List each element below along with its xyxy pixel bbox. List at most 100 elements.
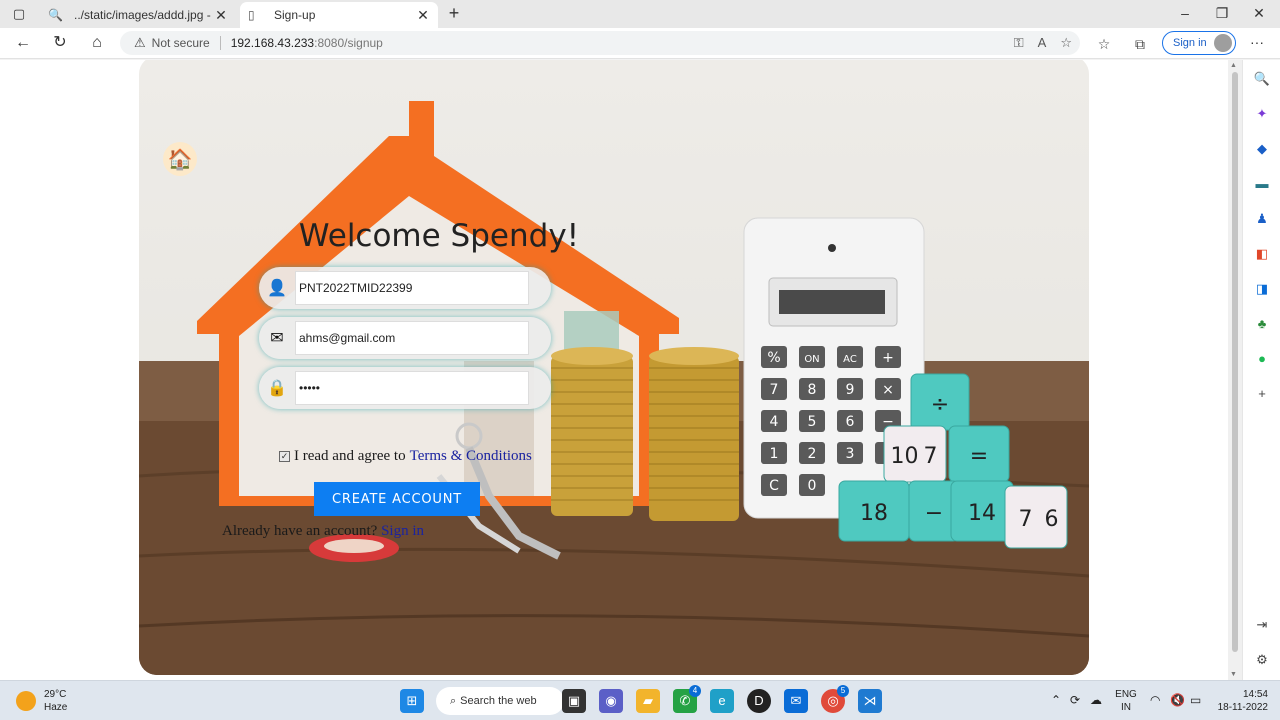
favorite-add-icon[interactable]: ☆: [1060, 35, 1072, 51]
page-viewport: %ONAC+789×456−123+C0 ÷107=18−1476 🏠 Welc…: [0, 60, 1228, 680]
calculator-key-label: C: [769, 478, 779, 494]
weather-widget[interactable]: 29°C Haze: [16, 688, 67, 714]
tab-search[interactable]: 🔍 ../static/images/addd.jpg - Search ✕: [40, 2, 236, 28]
cloud-icon[interactable]: ☁: [1090, 693, 1102, 707]
password-field: 🔒 •••••: [259, 367, 551, 409]
warning-icon: ⚠: [134, 35, 146, 50]
number-block-label: 18: [860, 501, 888, 526]
password-input[interactable]: •••••: [295, 371, 529, 405]
address-bar[interactable]: ⚠ Not secure 192.168.43.233 :8080/signup…: [120, 31, 1080, 55]
terms-checkbox[interactable]: ✓: [279, 451, 290, 462]
edge-sidebar: 🔍 ✦ ◆ ▬ ♟ ◧ ◨ ♣ ● + ⇥ ⚙: [1242, 60, 1280, 680]
calculator-key-label: 7: [770, 382, 779, 398]
email-input[interactable]: ahms@gmail.com: [295, 321, 529, 355]
vscode-icon[interactable]: ⋊: [858, 689, 882, 713]
search-icon[interactable]: 🔍: [1253, 70, 1271, 88]
scroll-up-icon[interactable]: ▲: [1230, 62, 1237, 69]
system-clock[interactable]: 14:54 18-11-2022: [1214, 688, 1268, 714]
task-view-icon[interactable]: ▣: [562, 689, 586, 713]
signin-link[interactable]: Sign in: [381, 523, 424, 539]
tree-icon[interactable]: ♣: [1253, 315, 1271, 333]
calculator-key-label: 1: [770, 446, 779, 462]
sparkle-icon[interactable]: ✦: [1253, 105, 1271, 123]
minimize-button[interactable]: –: [1170, 4, 1200, 24]
divider: [219, 36, 221, 50]
back-arrow-icon[interactable]: ←: [12, 33, 34, 53]
tab-signup[interactable]: ▯ Sign-up ✕: [240, 2, 438, 28]
teams-chat-icon[interactable]: ◉: [599, 689, 623, 713]
tag-icon[interactable]: ◆: [1253, 140, 1271, 158]
tab-bar: ▢ 🔍 ../static/images/addd.jpg - Search ✕…: [0, 0, 1280, 28]
sun-icon: [16, 691, 36, 711]
lang-top: ENG: [1115, 689, 1137, 700]
outlook-icon[interactable]: ◨: [1253, 280, 1271, 298]
taskbar-search[interactable]: ⌕ Search the web: [436, 687, 564, 715]
more-options-icon[interactable]: ···: [1246, 34, 1268, 54]
home-icon[interactable]: ⌂: [86, 33, 108, 53]
collections-icon[interactable]: ⧉: [1130, 34, 1150, 54]
calculator-key-label: 3: [846, 446, 855, 462]
maximize-button[interactable]: ❐: [1207, 4, 1237, 24]
add-icon[interactable]: +: [1253, 385, 1271, 403]
windows-start-icon[interactable]: ⊞: [400, 689, 424, 713]
office-icon[interactable]: ◧: [1253, 245, 1271, 263]
user-icon: 👤: [267, 280, 287, 297]
key-icon[interactable]: ⚿: [1014, 35, 1024, 51]
lang-bottom: IN: [1121, 702, 1131, 713]
browser-toolbar: ← ↻ ⌂ ⚠ Not secure 192.168.43.233 :8080/…: [0, 28, 1280, 59]
refresh-icon[interactable]: ↻: [49, 33, 71, 53]
new-tab-button[interactable]: +: [444, 4, 464, 24]
tools-icon[interactable]: ▬: [1253, 175, 1271, 193]
vertical-scrollbar[interactable]: ▲ ▼: [1228, 60, 1242, 680]
chrome-icon[interactable]: ◎ 5: [821, 685, 849, 713]
close-icon[interactable]: ✕: [214, 7, 228, 24]
favorites-icon[interactable]: ☆: [1094, 34, 1114, 54]
language-indicator[interactable]: ENG IN: [1114, 688, 1138, 714]
calculator-key-label: 9: [846, 382, 855, 398]
search-label: Search the web: [460, 695, 537, 707]
calculator-key-label: 8: [808, 382, 817, 398]
panel-icon[interactable]: ⇥: [1253, 616, 1271, 634]
close-window-button[interactable]: ✕: [1244, 4, 1274, 24]
edge-browser-icon[interactable]: e: [710, 689, 734, 713]
terms-link[interactable]: Terms & Conditions: [410, 448, 532, 465]
profile-signin-button[interactable]: Sign in: [1162, 31, 1236, 55]
calculator-key-label: 2: [808, 446, 817, 462]
home-logo-icon[interactable]: 🏠: [163, 142, 197, 176]
notification-badge: 4: [689, 685, 701, 697]
close-icon[interactable]: ✕: [416, 7, 430, 24]
battery-icon[interactable]: ▭: [1190, 693, 1201, 707]
speaker-muted-icon[interactable]: 🔇: [1170, 693, 1185, 707]
read-aloud-icon[interactable]: A: [1038, 35, 1047, 51]
mail-icon[interactable]: ✉: [784, 689, 808, 713]
envelope-icon: ✉: [270, 330, 284, 347]
file-explorer-icon[interactable]: ▰: [636, 689, 660, 713]
number-block-label: =: [970, 444, 988, 469]
signup-card: %ONAC+789×456−123+C0 ÷107=18−1476 🏠 Welc…: [139, 60, 1089, 675]
create-account-button[interactable]: CREATE ACCOUNT: [314, 482, 480, 516]
chevron-up-icon[interactable]: ⌃: [1051, 693, 1061, 707]
scroll-thumb[interactable]: [1232, 72, 1238, 652]
spotify-icon[interactable]: ●: [1253, 350, 1271, 368]
wifi-icon[interactable]: ◠: [1150, 693, 1160, 707]
username-input[interactable]: PNT2022TMID22399: [295, 271, 529, 305]
number-block-label: ÷: [931, 392, 949, 417]
agree-text: I read and agree to: [294, 448, 406, 464]
scroll-down-icon[interactable]: ▼: [1230, 671, 1237, 678]
signin-prompt: Already have an account? Sign in: [222, 523, 424, 540]
search-icon: ⌕: [450, 694, 457, 707]
email-field: ✉ ahms@gmail.com: [259, 317, 551, 359]
whatsapp-icon[interactable]: ✆ 4: [673, 685, 701, 713]
settings-gear-icon[interactable]: ⚙: [1253, 651, 1271, 669]
avatar: [1214, 34, 1232, 52]
dell-icon[interactable]: D: [747, 689, 771, 713]
sync-icon[interactable]: ⟳: [1070, 693, 1080, 707]
number-block-label: 7: [1018, 507, 1032, 532]
terms-agreement: ✓ I read and agree to Terms & Conditions: [279, 448, 532, 465]
weather-temp: 29°C: [44, 689, 67, 700]
tab-label: ../static/images/addd.jpg - Search: [74, 8, 214, 22]
games-icon[interactable]: ♟: [1253, 210, 1271, 228]
tab-actions-icon[interactable]: ▢: [8, 5, 30, 23]
lock-icon: 🔒: [267, 380, 287, 397]
notification-badge: 5: [837, 685, 849, 697]
